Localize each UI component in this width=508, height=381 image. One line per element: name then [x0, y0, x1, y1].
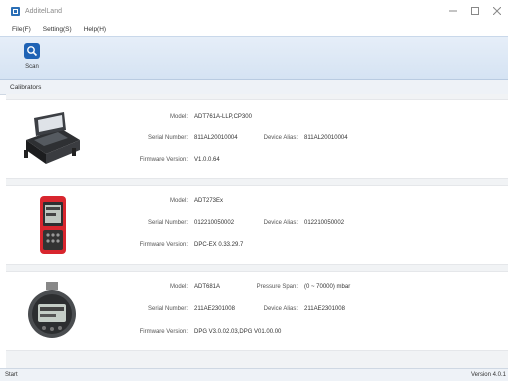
calibrators-header: Calibrators [0, 80, 508, 95]
menu-setting[interactable]: Setting(S) [39, 26, 76, 33]
app-icon [11, 6, 20, 16]
firmware-value: DPC-EX 0.33.29.7 [194, 242, 244, 248]
close-icon[interactable] [486, 0, 508, 22]
serial-label: Serial Number: [147, 135, 188, 141]
menu-bar: File(F) Setting(S) Help(H) [0, 22, 508, 36]
scan-button[interactable]: Scan [16, 41, 48, 75]
section-title: Calibrators [10, 83, 42, 91]
device-card[interactable]: Model: ADT681A Pressure Span: (0 ~ 70000… [6, 271, 508, 351]
alias-label: Device Alias: [263, 135, 298, 141]
toolbar: Scan [0, 36, 508, 80]
scan-icon [24, 43, 40, 59]
model-value: ADT761A-LLP,CP300 [194, 114, 252, 120]
alias-label: Device Alias: [263, 306, 298, 312]
alias-label: Device Alias: [263, 220, 298, 226]
device-image [20, 196, 84, 254]
device-list: Model: ADT761A-LLP,CP300 Serial Number: … [6, 94, 508, 368]
alias-value: 811AL20010004 [304, 135, 348, 141]
model-label: Model: [169, 198, 188, 204]
firmware-label: Firmware Version: [139, 242, 188, 248]
device-image [20, 282, 84, 340]
model-value: ADT681A [194, 284, 221, 290]
firmware-value: V1.0.0.64 [194, 157, 220, 163]
window-title: AdditelLand [25, 7, 62, 15]
firmware-value: DPG V3.0.02.03,DPG V01.00.00 [194, 329, 282, 335]
menu-file[interactable]: File(F) [8, 26, 35, 33]
model-value: ADT273Ex [194, 198, 224, 204]
device-card[interactable]: Model: ADT761A-LLP,CP300 Serial Number: … [6, 99, 508, 179]
model-label: Model: [169, 114, 188, 120]
serial-label: Serial Number: [147, 306, 188, 312]
maximize-icon[interactable] [464, 0, 486, 22]
serial-label: Serial Number: [147, 220, 188, 226]
pressure-span-label: Pressure Span: [256, 284, 298, 290]
scan-label: Scan [25, 64, 39, 70]
device-card[interactable]: Model: ADT273Ex Serial Number: 012210050… [6, 185, 508, 265]
firmware-label: Firmware Version: [139, 157, 188, 163]
status-bar: Start Version 4.0.1 [0, 368, 508, 381]
device-image [20, 110, 84, 168]
version-text: Version 4.0.1 [470, 372, 506, 378]
menu-help[interactable]: Help(H) [80, 26, 110, 33]
firmware-label: Firmware Version: [139, 329, 188, 335]
title-bar: AdditelLand [0, 0, 508, 22]
status-text: Start [5, 372, 18, 378]
alias-value: 012210050002 [304, 220, 345, 226]
pressure-span-value: (0 ~ 70000) mbar [304, 284, 351, 290]
minimize-icon[interactable] [442, 0, 464, 22]
model-label: Model: [169, 284, 188, 290]
alias-value: 211AE2301008 [304, 306, 345, 312]
window-controls [442, 0, 508, 22]
